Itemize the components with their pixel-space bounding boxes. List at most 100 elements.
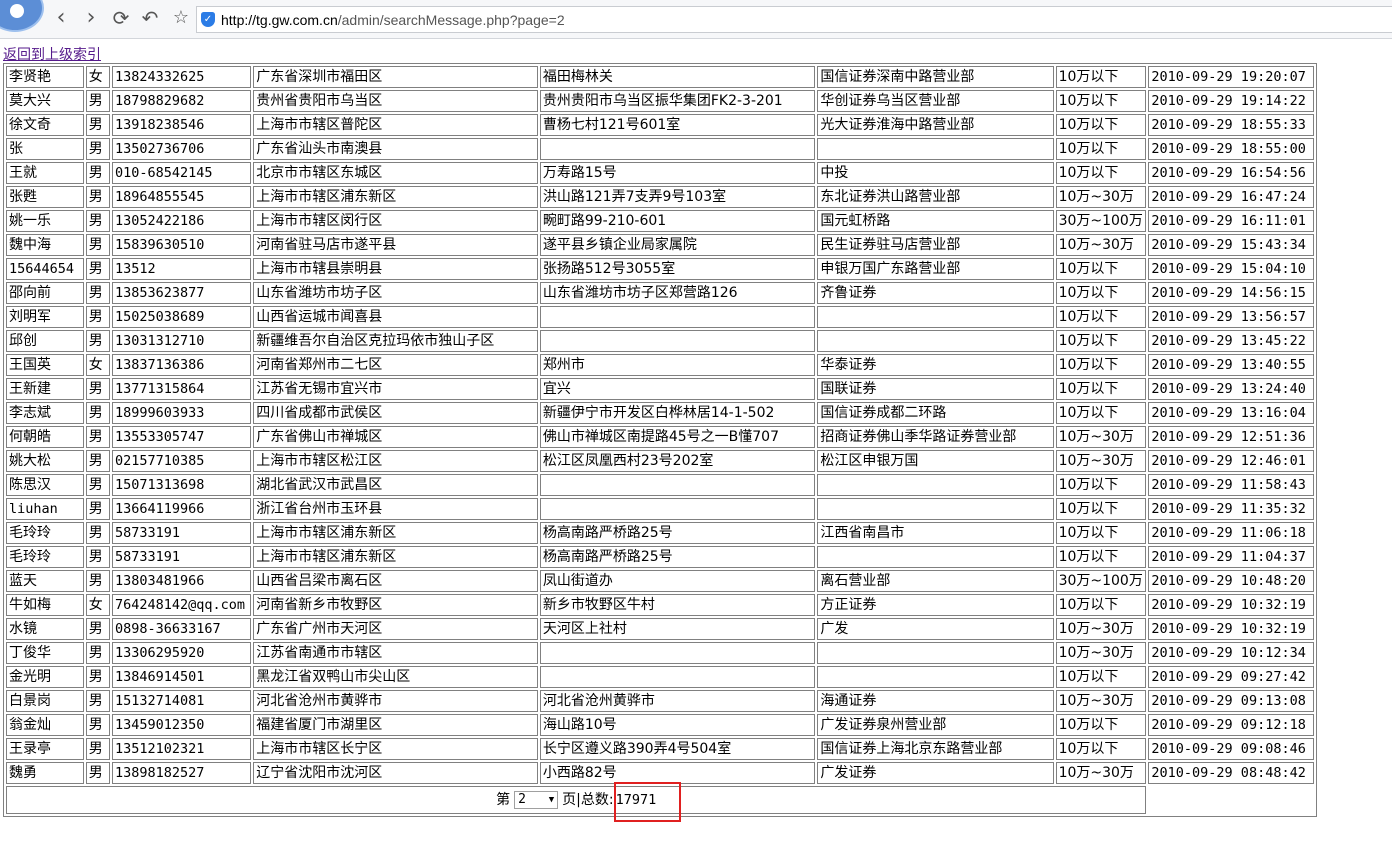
cell-address: 杨高南路严桥路25号 <box>539 522 816 544</box>
cell-region: 广东省汕头市南澳县 <box>253 138 538 160</box>
undo-icon[interactable]: ↶ <box>139 7 161 29</box>
cell-region: 山东省潍坊市坊子区 <box>253 282 538 304</box>
cell-assets: 10万以下 <box>1055 282 1147 304</box>
cell-phone: 13306295920 <box>111 642 252 664</box>
cell-name: 张甦 <box>6 186 84 208</box>
table-row: 毛玲玲男 58733191 上海市市辖区浦东新区 杨高南路严桥路25号 10万以下 201… <box>6 546 1314 568</box>
cell-gender: 男 <box>85 546 110 568</box>
back-arrow-icon[interactable]: ‹ <box>50 7 72 29</box>
cell-name: 姚一乐 <box>6 210 84 232</box>
cell-gender: 男 <box>85 642 110 664</box>
url-text[interactable]: http://tg.gw.com.cn/admin/searchMessage.… <box>221 12 565 28</box>
cell-broker <box>817 666 1054 688</box>
pager: 第 2 ▼ 页|总数: 17971 <box>496 790 656 810</box>
cell-time: 2010-09-29 14:56:15 <box>1148 282 1314 304</box>
cell-assets: 10万~30万 <box>1055 618 1147 640</box>
cell-name: 李贤艳 <box>6 66 84 88</box>
table-row: 邱创男 13031312710 新疆维吾尔自治区克拉玛依市独山子区 10万以下 2010… <box>6 330 1314 352</box>
cell-broker <box>817 498 1054 520</box>
page-select[interactable]: 2 ▼ <box>514 791 559 809</box>
cell-assets: 10万~30万 <box>1055 186 1147 208</box>
cell-region: 河北省沧州市黄骅市 <box>253 690 538 712</box>
pager-empty-cell <box>1148 786 1314 814</box>
cell-assets: 10万以下 <box>1055 714 1147 736</box>
cell-time: 2010-09-29 13:45:22 <box>1148 330 1314 352</box>
table-row: 陈思汉男 15071313698 湖北省武汉市武昌区 10万以下 2010-09-29 … <box>6 474 1314 496</box>
cell-phone: 15839630510 <box>111 234 252 256</box>
cell-time: 2010-09-29 13:16:04 <box>1148 402 1314 424</box>
table-row: 李志斌男 18999603933 四川省成都市武侯区 新疆伊宁市开发区白桦林居14-1… <box>6 402 1314 424</box>
cell-assets: 10万以下 <box>1055 90 1147 112</box>
forward-arrow-icon[interactable]: › <box>80 7 102 29</box>
cell-region: 上海市市辖县崇明县 <box>253 258 538 280</box>
table-row: 姚一乐男 13052422186 上海市市辖区闵行区 畹町路99-210-601 国元虹… <box>6 210 1314 232</box>
pager-cell: 第 2 ▼ 页|总数: 17971 <box>6 786 1147 814</box>
table-row: 王新建男 13771315864 江苏省无锡市宜兴市 宜兴 国联证券 10万以下 2010-… <box>6 378 1314 400</box>
cell-phone: 15071313698 <box>111 474 252 496</box>
cell-region: 河南省新乡市牧野区 <box>253 594 538 616</box>
cell-phone: 13031312710 <box>111 330 252 352</box>
cell-name: 张 <box>6 138 84 160</box>
table-row: 徐文奇男 13918238546 上海市市辖区普陀区 曹杨七村121号601室 光大证券… <box>6 114 1314 136</box>
cell-phone: 13664119966 <box>111 498 252 520</box>
cell-gender: 男 <box>85 474 110 496</box>
cell-time: 2010-09-29 09:27:42 <box>1148 666 1314 688</box>
cell-broker <box>817 642 1054 664</box>
cell-gender: 男 <box>85 258 110 280</box>
browser-logo-icon[interactable] <box>0 0 44 32</box>
cell-region: 黑龙江省双鸭山市尖山区 <box>253 666 538 688</box>
cell-name: 王新建 <box>6 378 84 400</box>
cell-region: 广东省佛山市禅城区 <box>253 426 538 448</box>
cell-name: 魏中海 <box>6 234 84 256</box>
cell-address <box>539 474 816 496</box>
cell-broker: 国元虹桥路 <box>817 210 1054 232</box>
table-row: 王国英女 13837136386 河南省郑州市二七区 郑州市 华泰证券 10万以下 2010… <box>6 354 1314 376</box>
cell-name: 王国英 <box>6 354 84 376</box>
table-row: 姚大松男 02157710385 上海市市辖区松江区 松江区凤凰西村23号202室 松江… <box>6 450 1314 472</box>
cell-phone: 13512102321 <box>111 738 252 760</box>
cell-phone: 13052422186 <box>111 210 252 232</box>
cell-time: 2010-09-29 10:12:34 <box>1148 642 1314 664</box>
cell-phone: 18798829682 <box>111 90 252 112</box>
security-shield-icon: ✓ <box>201 12 215 27</box>
cell-phone: 13459012350 <box>111 714 252 736</box>
table-row: 刘明军男 15025038689 山西省运城市闻喜县 10万以下 2010-09-29 … <box>6 306 1314 328</box>
cell-name: 翁金灿 <box>6 714 84 736</box>
cell-address: 新乡市牧野区牛村 <box>539 594 816 616</box>
cell-region: 山西省运城市闻喜县 <box>253 306 538 328</box>
cell-assets: 10万以下 <box>1055 330 1147 352</box>
cell-assets: 10万~30万 <box>1055 234 1147 256</box>
cell-phone: 18999603933 <box>111 402 252 424</box>
address-bar[interactable]: ✓ http://tg.gw.com.cn/admin/searchMessag… <box>196 6 1392 33</box>
bookmark-star-icon[interactable]: ☆ <box>170 7 192 29</box>
cell-name: 蓝天 <box>6 570 84 592</box>
cell-time: 2010-09-29 18:55:33 <box>1148 114 1314 136</box>
cell-assets: 10万以下 <box>1055 738 1147 760</box>
cell-name: 姚大松 <box>6 450 84 472</box>
cell-gender: 男 <box>85 114 110 136</box>
cell-time: 2010-09-29 15:43:34 <box>1148 234 1314 256</box>
back-to-index-link[interactable]: 返回到上级索引 <box>3 44 101 64</box>
cell-broker: 国联证券 <box>817 378 1054 400</box>
pager-prefix: 第 <box>496 792 511 808</box>
cell-broker: 广发证券泉州营业部 <box>817 714 1054 736</box>
browser-toolbar: ‹ › ⟳ ↶ ☆ ✓ http://tg.gw.com.cn/admin/se… <box>0 0 1392 39</box>
cell-region: 辽宁省沈阳市沈河区 <box>253 762 538 784</box>
cell-gender: 女 <box>85 354 110 376</box>
reload-icon[interactable]: ⟳ <box>110 7 132 29</box>
cell-name: 陈思汉 <box>6 474 84 496</box>
cell-time: 2010-09-29 16:47:24 <box>1148 186 1314 208</box>
cell-time: 2010-09-29 13:56:57 <box>1148 306 1314 328</box>
cell-gender: 男 <box>85 522 110 544</box>
cell-gender: 女 <box>85 66 110 88</box>
cell-region: 北京市市辖区东城区 <box>253 162 538 184</box>
cell-name: 刘明军 <box>6 306 84 328</box>
cell-assets: 10万~30万 <box>1055 450 1147 472</box>
table-row: liuhan 男 13664119966 浙江省台州市玉环县 10万以下 2010-09-… <box>6 498 1314 520</box>
cell-time: 2010-09-29 16:54:56 <box>1148 162 1314 184</box>
cell-phone: 13512 <box>111 258 252 280</box>
cell-address: 凤山街道办 <box>539 570 816 592</box>
cell-broker: 齐鲁证券 <box>817 282 1054 304</box>
cell-name: 毛玲玲 <box>6 546 84 568</box>
cell-name: 金光明 <box>6 666 84 688</box>
